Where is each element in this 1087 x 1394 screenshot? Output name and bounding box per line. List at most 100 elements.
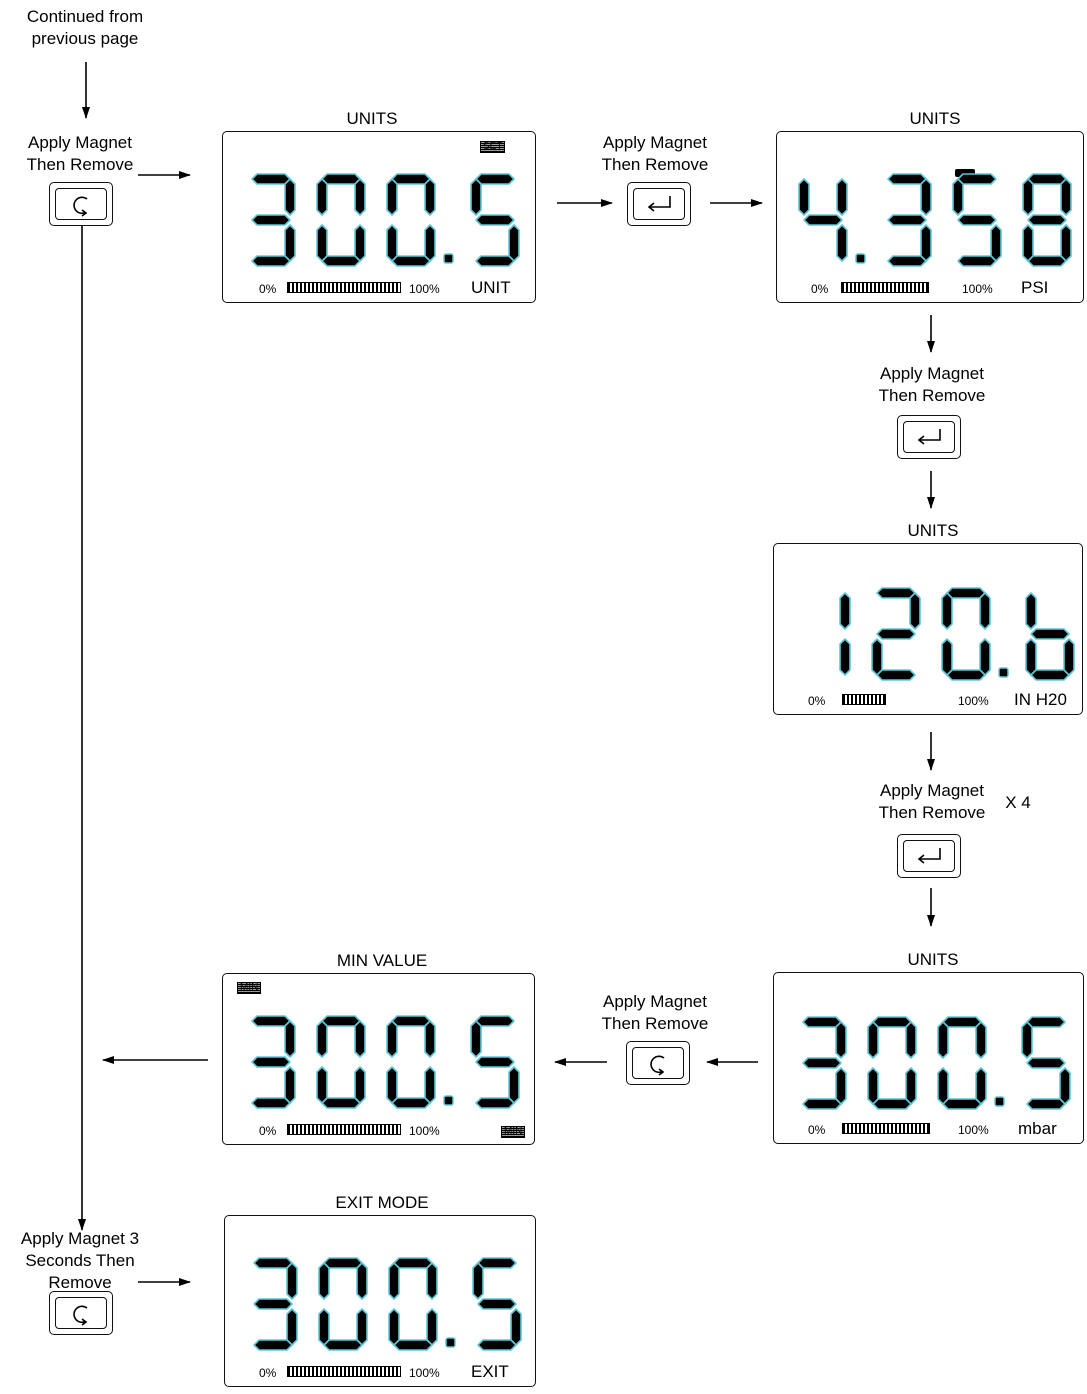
segment-a-digit-3 xyxy=(475,173,515,185)
segment-c-digit-2 xyxy=(979,638,991,676)
segment-a-digit-1 xyxy=(872,1016,912,1028)
segment-d-digit-1 xyxy=(321,1097,361,1109)
segment-b-digit-2 xyxy=(979,592,991,630)
panel-title-units-psi: UNITS xyxy=(909,109,961,128)
segment-f-digit-3 xyxy=(1022,178,1034,216)
segment-a-digit-0 xyxy=(251,173,291,185)
decimal-point xyxy=(998,667,1009,678)
segment-b-digit-1 xyxy=(905,1021,917,1059)
segment-g-digit-3 xyxy=(477,1298,517,1310)
segment-c-digit-0 xyxy=(286,1308,298,1346)
segment-c-digit-0 xyxy=(839,638,851,676)
rotate-arrow-icon xyxy=(73,1305,88,1326)
segment-f-digit-0 xyxy=(798,178,810,216)
segment-f-digit-2 xyxy=(386,1020,398,1058)
segment-b-digit-1 xyxy=(354,178,366,216)
segment-e-digit-3 xyxy=(1025,638,1037,676)
segment-b-digit-2 xyxy=(975,1021,987,1059)
lcd-panel-units-unit: SET 0% 100% UNIT xyxy=(222,131,536,303)
scale-max-label: 100% xyxy=(962,282,993,296)
segment-d-digit-0 xyxy=(251,255,291,267)
segment-d-digit-2 xyxy=(393,1339,433,1351)
segment-f-digit-2 xyxy=(386,178,398,216)
segment-c-digit-0 xyxy=(284,224,296,262)
segment-c-digit-1 xyxy=(354,224,366,262)
segment-b-digit-2 xyxy=(424,1020,436,1058)
enter-key-2[interactable] xyxy=(897,415,961,459)
lcd-panel-min-value: MIN 0% 100% MIN xyxy=(222,973,535,1145)
segment-b-digit-0 xyxy=(839,592,851,630)
level-bar xyxy=(287,282,401,293)
mode-key-3[interactable] xyxy=(49,1291,113,1335)
segment-e-digit-3 xyxy=(1022,224,1034,262)
level-bar xyxy=(841,282,929,293)
segment-e-digit-1 xyxy=(871,638,883,676)
segment-c-digit-3 xyxy=(1060,224,1072,262)
segment-g-digit-3 xyxy=(475,214,515,226)
decimal-point xyxy=(994,1096,1005,1107)
segment-b-digit-0 xyxy=(284,178,296,216)
segment-g-digit-0 xyxy=(803,214,843,226)
unit-label: EXIT xyxy=(471,1362,509,1381)
scale-min-label: 0% xyxy=(259,282,277,296)
segment-b-digit-1 xyxy=(356,1262,368,1300)
unit-label: UNIT xyxy=(471,278,511,297)
segment-e-digit-1 xyxy=(316,224,328,262)
segment-e-digit-1 xyxy=(867,1067,879,1105)
segment-g-digit-2 xyxy=(957,214,997,226)
seven-segment-display xyxy=(253,1257,522,1351)
segment-g-digit-3 xyxy=(1030,628,1070,640)
segment-b-digit-1 xyxy=(920,178,932,216)
scale-min-label: 0% xyxy=(811,282,829,296)
segment-g-digit-1 xyxy=(876,628,916,640)
segment-d-digit-1 xyxy=(323,1339,363,1351)
unit-label: mbar xyxy=(1018,1119,1057,1138)
segment-a-digit-3 xyxy=(1026,1016,1066,1028)
segment-f-digit-3 xyxy=(470,1020,482,1058)
segment-a-digit-1 xyxy=(323,1257,363,1269)
segment-f-digit-1 xyxy=(316,178,328,216)
decimal-point xyxy=(443,253,454,264)
scale-min-label: 0% xyxy=(808,1123,826,1137)
segment-f-digit-2 xyxy=(388,1262,400,1300)
segment-g-digit-3 xyxy=(1026,1057,1066,1069)
segment-f-digit-2 xyxy=(937,1021,949,1059)
seven-segment-display xyxy=(251,173,520,267)
mode-key-2[interactable] xyxy=(626,1041,690,1085)
segment-g-digit-0 xyxy=(253,1298,293,1310)
panel-title-units-inh2o: UNITS xyxy=(907,521,959,540)
segment-g-digit-0 xyxy=(251,1056,291,1068)
segment-b-digit-2 xyxy=(426,1262,438,1300)
segment-c-digit-3 xyxy=(510,1308,522,1346)
segment-f-digit-1 xyxy=(318,1262,330,1300)
segment-a-digit-0 xyxy=(253,1257,293,1269)
panel-title-min-value: MIN VALUE xyxy=(336,951,428,970)
segment-a-digit-3 xyxy=(475,1015,515,1027)
segment-c-digit-3 xyxy=(508,224,520,262)
segment-e-digit-1 xyxy=(318,1308,330,1346)
segment-g-digit-0 xyxy=(251,214,291,226)
lcd-panel-exit-mode: 0% 100% EXIT xyxy=(224,1215,536,1387)
segment-c-digit-2 xyxy=(424,1066,436,1104)
enter-key-3[interactable] xyxy=(897,834,961,878)
segment-c-digit-1 xyxy=(920,224,932,262)
segment-a-digit-0 xyxy=(251,1015,291,1027)
segment-a-digit-2 xyxy=(946,587,986,599)
scale-max-label: 100% xyxy=(958,694,989,708)
mode-key-1[interactable] xyxy=(49,182,113,226)
segment-b-digit-0 xyxy=(836,178,848,216)
segment-d-digit-2 xyxy=(391,1097,431,1109)
segment-b-digit-0 xyxy=(286,1262,298,1300)
level-bar xyxy=(287,1124,401,1135)
instruction-apply-magnet-5: Apply Magnet Then Remove xyxy=(601,992,709,1033)
segment-d-digit-3 xyxy=(1027,255,1067,267)
repeat-count-label: X 4 xyxy=(1005,793,1031,812)
segment-d-digit-3 xyxy=(1026,1098,1066,1110)
enter-key-1[interactable] xyxy=(627,182,691,226)
segment-f-digit-1 xyxy=(867,1021,879,1059)
min-indicator-bottom: MIN xyxy=(501,1126,526,1138)
level-bar xyxy=(287,1366,401,1377)
segment-g-digit-3 xyxy=(475,1056,515,1068)
segment-f-digit-3 xyxy=(472,1262,484,1300)
segment-f-digit-3 xyxy=(1021,1021,1033,1059)
